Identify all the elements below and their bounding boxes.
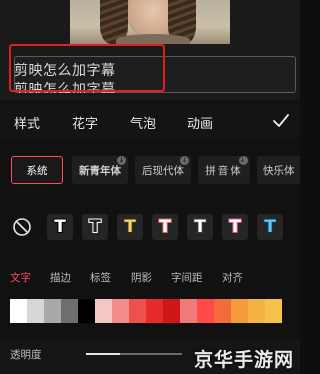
preset-glyph: T — [89, 217, 101, 237]
subtab-stroke[interactable]: 描边 — [50, 270, 71, 285]
text-style-editor-screen: 剪映怎么加字幕 剪映怎么加字幕 样式 花字 气泡 动画 系统 新青年体 ↓ 后现… — [0, 0, 300, 374]
font-option-kuaile[interactable]: 快乐体 — [257, 156, 300, 184]
font-option-label: 后现代体 — [142, 164, 184, 177]
font-option-pinyin[interactable]: 拼音体 ↓ — [198, 156, 250, 184]
opacity-slider[interactable] — [86, 353, 182, 355]
checkmark-icon[interactable] — [272, 112, 290, 130]
subtab-shadow[interactable]: 阴影 — [131, 270, 152, 285]
video-frame-image — [70, 0, 230, 44]
color-swatch[interactable] — [231, 299, 248, 323]
download-icon: ↓ — [117, 156, 126, 165]
opacity-label: 透明度 — [10, 349, 42, 361]
preset-style-7[interactable]: T — [257, 214, 283, 240]
preset-style-list: T T T T T T T — [0, 210, 300, 244]
preset-style-1[interactable]: T — [47, 214, 73, 240]
color-swatch[interactable] — [10, 299, 27, 323]
color-swatch[interactable] — [27, 299, 44, 323]
preset-glyph: T — [194, 217, 206, 237]
color-swatch[interactable] — [146, 299, 163, 323]
preset-style-5[interactable]: T — [187, 214, 213, 240]
color-swatch-list — [10, 299, 300, 323]
color-swatch[interactable] — [214, 299, 231, 323]
font-option-label: 快乐体 — [263, 164, 295, 177]
font-list: 系统 新青年体 ↓ 后现代体 ↓ 拼音体 ↓ 快乐体 — [0, 150, 300, 192]
font-option-label: 拼音体 — [205, 164, 243, 177]
subtab-text[interactable]: 文字 — [10, 270, 31, 285]
color-swatch[interactable] — [197, 299, 214, 323]
color-swatch[interactable] — [44, 299, 61, 323]
style-sub-tab-bar: 文字 描边 标签 阴影 字间距 对齐 — [0, 270, 300, 288]
tab-fancy-text[interactable]: 花字 — [72, 113, 98, 132]
font-option-label: 新青年体 — [79, 164, 121, 177]
tab-bubble[interactable]: 气泡 — [130, 113, 156, 132]
preset-style-6[interactable]: T — [222, 214, 248, 240]
color-swatch[interactable] — [78, 299, 95, 323]
tab-animation[interactable]: 动画 — [187, 113, 213, 132]
subtab-letter-spacing[interactable]: 字间距 — [171, 270, 203, 285]
color-swatch[interactable] — [265, 299, 282, 323]
color-swatch[interactable] — [61, 299, 78, 323]
main-tab-bar: 样式 花字 气泡 动画 — [0, 104, 300, 138]
font-option-system[interactable]: 系统 — [11, 156, 63, 184]
color-swatch[interactable] — [163, 299, 180, 323]
subtab-alignment[interactable]: 对齐 — [222, 270, 243, 285]
preset-style-2[interactable]: T — [82, 214, 108, 240]
preset-glyph: T — [124, 217, 136, 237]
color-swatch[interactable] — [248, 299, 265, 323]
color-swatch[interactable] — [112, 299, 129, 323]
color-swatch[interactable] — [129, 299, 146, 323]
preset-glyph: T — [54, 217, 66, 237]
preset-glyph: T — [159, 217, 171, 237]
preset-style-4[interactable]: T — [152, 214, 178, 240]
preset-glyph: T — [264, 217, 276, 237]
font-option-label: 系统 — [26, 164, 48, 177]
subtab-label[interactable]: 标签 — [90, 270, 111, 285]
font-option-houxiandai[interactable]: 后现代体 ↓ — [135, 156, 191, 184]
tab-style[interactable]: 样式 — [14, 113, 40, 132]
preset-glyph: T — [229, 217, 241, 237]
video-preview: 剪映怎么加字幕 剪映怎么加字幕 — [0, 0, 300, 100]
font-option-xinqingnian[interactable]: 新青年体 ↓ — [72, 156, 128, 184]
download-icon: ↓ — [239, 156, 248, 165]
download-icon: ↓ — [180, 156, 189, 165]
annotation-highlight-box — [9, 44, 165, 92]
color-swatch[interactable] — [95, 299, 112, 323]
color-swatch[interactable] — [180, 299, 197, 323]
watermark-logo: 京华手游网 — [193, 349, 294, 371]
opacity-slider-fill — [86, 353, 120, 355]
preset-style-3[interactable]: T — [117, 214, 143, 240]
no-style-icon[interactable] — [12, 217, 32, 237]
